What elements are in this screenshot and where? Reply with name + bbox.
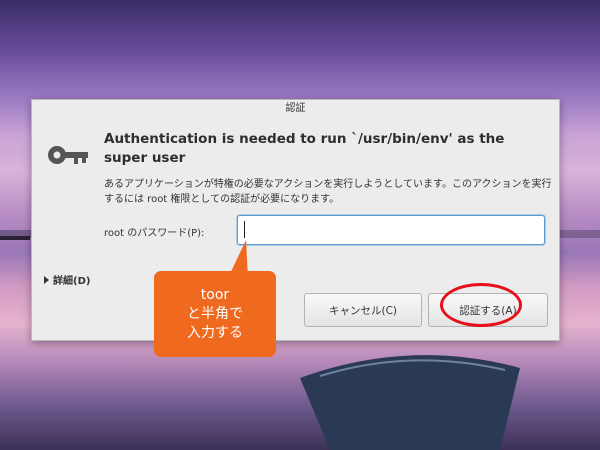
dialog-heading: Authentication is needed to run `/usr/bi… <box>104 131 505 166</box>
instruction-callout: toor と半角で 入力する <box>154 271 276 357</box>
details-label: 詳細(D) <box>53 276 91 287</box>
password-field[interactable] <box>237 215 545 245</box>
dialog-title: 認証 <box>285 103 306 114</box>
password-label: root のパスワード(P): <box>104 228 205 239</box>
boat-silhouette <box>300 355 520 450</box>
details-expander[interactable]: 詳細(D) <box>44 272 90 287</box>
dialog-description: あるアプリケーションが特権の必要なアクションを実行しようとしています。このアクシ… <box>104 179 552 205</box>
cancel-button[interactable]: キャンセル(C) <box>304 293 422 327</box>
key-icon <box>48 146 88 164</box>
expand-triangle-icon <box>44 275 49 284</box>
text-caret <box>244 221 245 238</box>
highlight-circle <box>440 283 522 327</box>
pier <box>0 236 30 240</box>
callout-line-2: と半角で <box>187 305 243 322</box>
callout-line-1: toor <box>200 286 230 303</box>
callout-line-3: 入力する <box>187 324 243 341</box>
